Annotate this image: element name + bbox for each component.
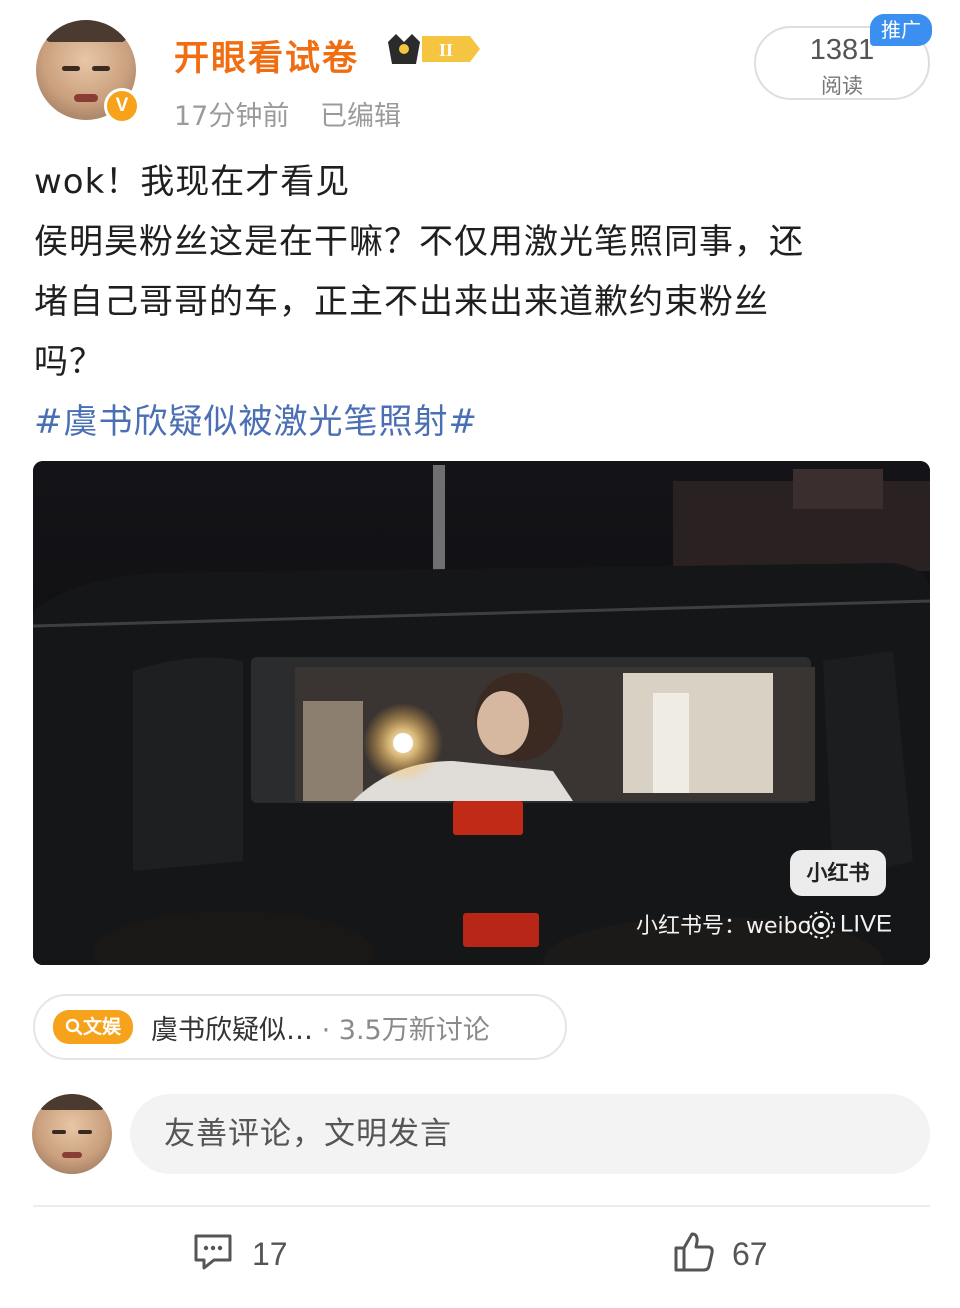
level-badge-icon: II — [388, 34, 480, 64]
topic-category-tag: 文娱 — [53, 1010, 133, 1044]
avatar-eye-right — [92, 66, 110, 71]
avatar-eye-right — [78, 1130, 92, 1134]
promo-tag[interactable]: 推广 — [870, 14, 932, 46]
live-photo-icon — [807, 911, 835, 939]
comment-button[interactable]: 17 — [192, 1230, 312, 1280]
topic-discussion-count: 3.5万新讨论 — [338, 1015, 490, 1046]
author-name[interactable]: 开眼看试卷 — [174, 30, 359, 81]
live-label: LIVE — [840, 910, 893, 938]
avatar-eye-left — [52, 1130, 66, 1134]
like-count: 67 — [732, 1236, 768, 1272]
comment-count: 17 — [252, 1236, 288, 1272]
live-badge[interactable]: LIVE — [806, 910, 892, 940]
read-label: 阅读 — [821, 74, 863, 98]
avatar-mouth — [74, 94, 98, 102]
video-watermark: 小红书号：weibo — [636, 914, 812, 939]
edited-label: 已编辑 — [319, 101, 401, 132]
avatar-hair — [40, 1094, 104, 1110]
current-user-avatar[interactable] — [32, 1094, 112, 1174]
divider — [33, 1205, 930, 1207]
like-button[interactable]: 67 — [672, 1230, 792, 1280]
avatar-mouth — [62, 1152, 82, 1158]
comment-icon — [194, 1234, 232, 1270]
comment-input[interactable]: 友善评论，文明发言 — [130, 1094, 930, 1174]
avatar-eye-left — [62, 66, 80, 71]
topic-separator: · — [321, 1015, 331, 1046]
post-text-line: 堵自己哥哥的车，正主不出来出来道歉约束粉丝 — [34, 282, 769, 322]
avatar-hair — [46, 20, 126, 42]
post-time: 17分钟前 — [174, 101, 290, 132]
post-text-line: 侯明昊粉丝这是在干嘛？不仅用激光笔照同事，还 — [34, 222, 804, 262]
thumbs-up-icon — [674, 1232, 714, 1272]
post-meta: 17分钟前 已编辑 — [174, 94, 423, 133]
post-text-line: 吗？ — [34, 342, 104, 382]
verified-badge-icon: V — [104, 88, 140, 124]
search-icon — [65, 1018, 83, 1036]
comment-composer: 友善评论，文明发言 — [0, 1092, 960, 1182]
topic-title: 虞书欣疑似… — [151, 1015, 313, 1046]
action-bar: 17 67 — [0, 1220, 960, 1290]
level-text: II — [439, 40, 453, 60]
post-header: V 开眼看试卷 II 17分钟前 已编辑 1381 阅读 推广 — [0, 0, 960, 140]
post-text: wok！我现在才看见 侯明昊粉丝这是在干嘛？不仅用激光笔照同事，还 堵自己哥哥的… — [34, 152, 934, 452]
post-text-line: wok！我现在才看见 — [34, 162, 351, 202]
xiaohongshu-logo: 小红书 — [790, 850, 886, 896]
topic-pill[interactable]: 文娱 虞书欣疑似… · 3.5万新讨论 — [33, 994, 567, 1060]
hashtag-link[interactable]: #虞书欣疑似被激光笔照射# — [34, 392, 934, 452]
topic-text: 虞书欣疑似… · 3.5万新讨论 — [151, 1008, 490, 1047]
topic-category-label: 文娱 — [82, 1016, 121, 1038]
